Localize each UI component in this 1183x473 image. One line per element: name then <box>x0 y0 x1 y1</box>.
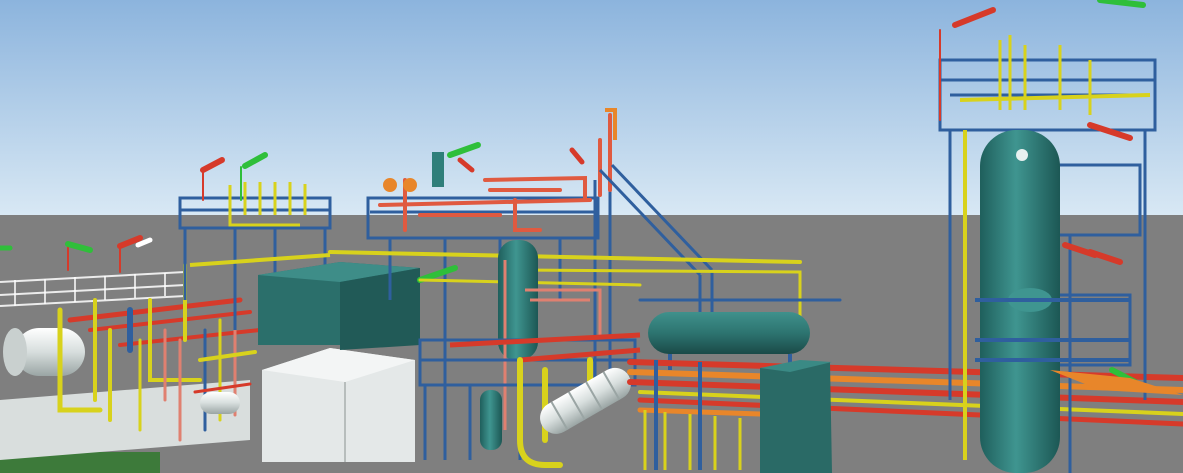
plant-3d-scene <box>0 0 1183 473</box>
horizontal-vessel-white <box>3 328 85 376</box>
small-exchanger <box>200 392 240 414</box>
equipment-box-teal <box>258 262 420 350</box>
equipment-box-teal-lower <box>760 360 832 473</box>
vent-stack-icon <box>432 152 444 187</box>
